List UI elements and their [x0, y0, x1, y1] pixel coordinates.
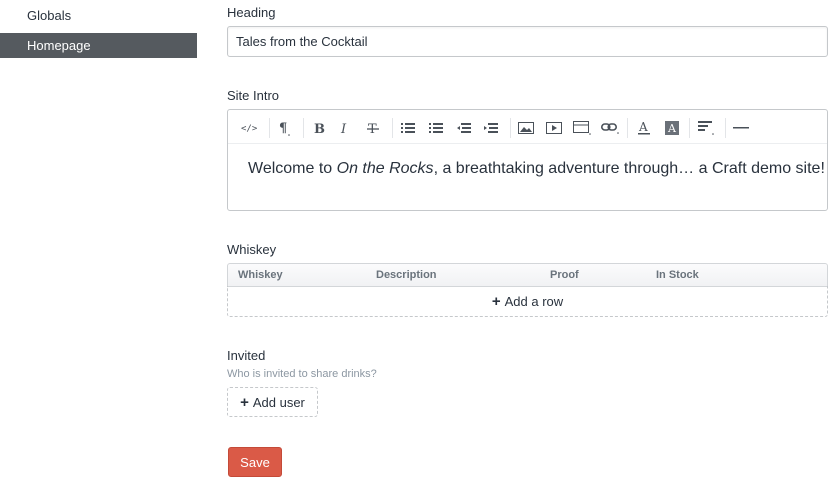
heading-input[interactable] — [227, 26, 828, 57]
image-icon[interactable] — [515, 118, 537, 138]
sidebar-item-globals[interactable]: Globals — [0, 3, 197, 29]
sidebar: Globals Homepage — [0, 0, 197, 58]
ordered-list-icon[interactable] — [425, 118, 447, 138]
horizontal-rule-icon[interactable] — [730, 118, 752, 138]
heading-label: Heading — [227, 5, 276, 20]
sidebar-item-homepage[interactable]: Homepage — [0, 33, 197, 58]
add-row-button[interactable]: + Add a row — [227, 286, 828, 317]
svg-text:B: B — [314, 122, 325, 135]
table-icon[interactable] — [571, 118, 593, 138]
svg-text:A: A — [667, 122, 677, 135]
toolbar-divider — [725, 118, 726, 138]
column-header-proof: Proof — [550, 269, 579, 281]
link-icon[interactable] — [599, 118, 621, 138]
intro-italic-text: On the Rocks — [336, 160, 434, 177]
svg-text:</>: </> — [241, 124, 258, 133]
toolbar-divider — [303, 118, 304, 138]
save-button[interactable]: Save — [228, 447, 282, 477]
unordered-list-icon[interactable] — [397, 118, 419, 138]
invited-label: Invited — [227, 348, 266, 363]
plus-icon: + — [491, 292, 501, 310]
column-header-whiskey: Whiskey — [238, 269, 283, 281]
column-header-description: Description — [376, 269, 437, 281]
invited-instructions: Who is invited to share drinks? — [227, 368, 377, 380]
add-row-label: Add a row — [504, 293, 564, 309]
toolbar-divider — [269, 118, 270, 138]
strikethrough-icon[interactable]: T — [362, 118, 384, 138]
font-color-icon[interactable]: A — [633, 118, 655, 138]
indent-icon[interactable] — [480, 118, 502, 138]
editor-toolbar: </> ¶ B I T — [228, 110, 827, 144]
svg-text:A: A — [638, 121, 648, 134]
add-user-button[interactable]: + Add user — [227, 387, 318, 417]
italic-icon[interactable]: I — [334, 118, 356, 138]
svg-text:¶: ¶ — [279, 121, 287, 136]
outdent-icon[interactable] — [453, 118, 475, 138]
background-color-icon[interactable]: A — [661, 118, 683, 138]
site-intro-content[interactable]: Welcome to On the Rocks, a breathtaking … — [248, 160, 825, 178]
toolbar-divider — [510, 118, 511, 138]
site-intro-editor: </> ¶ B I T — [227, 109, 828, 211]
whiskey-label: Whiskey — [227, 242, 277, 257]
site-intro-label: Site Intro — [227, 88, 280, 103]
intro-text: , a breathtaking adventure through… a Cr… — [433, 160, 825, 177]
video-icon[interactable] — [543, 118, 565, 138]
toolbar-divider — [392, 118, 393, 138]
svg-text:I: I — [340, 122, 347, 135]
html-icon[interactable]: </> — [239, 118, 261, 138]
intro-text: Welcome to — [248, 160, 337, 177]
toolbar-divider — [627, 118, 628, 138]
add-user-label: Add user — [252, 394, 305, 410]
column-header-in-stock: In Stock — [656, 269, 699, 281]
bold-icon[interactable]: B — [308, 118, 330, 138]
plus-icon: + — [240, 393, 249, 411]
alignment-icon[interactable] — [695, 118, 717, 138]
whiskey-table-header: Whiskey Description Proof In Stock — [227, 263, 828, 287]
paragraph-icon[interactable]: ¶ — [273, 118, 295, 138]
toolbar-divider — [689, 118, 690, 138]
